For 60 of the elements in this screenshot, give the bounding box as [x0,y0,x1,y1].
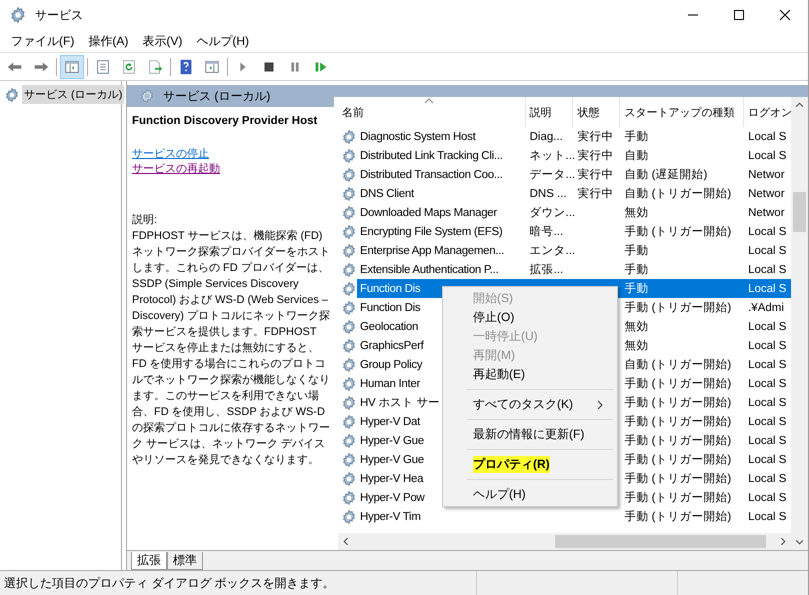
description-label: 説明: [132,213,158,228]
table-cell: Local S [748,130,786,142]
table-cell: 手動 (トリガー開始) [624,300,732,315]
table-cell: Local S [748,264,786,276]
table-cell-text: 拡張... [530,262,564,277]
table-cell: 手動 (トリガー開始) [624,433,732,448]
table-cell: Local S [748,244,786,256]
table-cell-text: 無効 [624,338,648,353]
table-cell-text: ダウン... [530,206,576,220]
table-cell: 手動 [624,281,648,296]
table-cell: Local S [748,282,786,294]
table-cell: Local S [748,320,786,332]
table-cell: Local S [748,472,786,484]
table-cell-text: 自動 (トリガー開始) [624,358,732,372]
table-cell: 手動 (トリガー開始) [624,509,732,524]
table-cell-text: ネット... [530,149,576,163]
table-cell: Local S [748,510,786,522]
table-cell: Local S [748,454,786,466]
table-cell: 実行中 [578,167,614,182]
table-cell: 手動 [624,243,648,258]
table-cell: 実行中 [577,186,614,201]
table-cell: Local S [748,492,786,504]
table-cell-text: 自動 [624,148,648,163]
table-cell: 手動 [624,262,648,277]
table-cell-text: 無効 [624,206,648,220]
table-cell: Networ [748,168,785,180]
table-cell-text: 自動 (トリガー開始) [624,186,732,201]
panel-title: サービス (ローカル) [163,88,270,104]
table-cell-text: データ... [530,168,576,182]
table-cell: 手動 (トリガー開始) [624,395,732,410]
table-cell: 手動 [624,129,648,144]
table-cell-text: 自動 (遅延開始) [624,168,708,182]
status-text: 選択した項目のプロパティ ダイアログ ボックスを開きます。 [3,574,336,592]
table-cell: 実行中 [577,129,614,144]
table-cell: 手動 (トリガー開始) [624,414,732,429]
table-cell: Local S [748,396,786,408]
table-cell: 手動 (トリガー開始) [624,452,732,467]
service-name: Function Discovery Provider Host [132,115,318,127]
table-cell: 手動 (トリガー開始) [624,490,732,505]
table-cell-text: エンタ... [530,244,576,258]
table-cell: Local S [748,434,786,446]
description-text: FDPHOST サービスは、機能探索 (FD) ネットワーク探索プロバイダーをホストします。これらの FD プロバイダーは、SSDP (Simple Services Discovery Protocol) および WS-D (Web Services – Discovery) プロトコルにネットワーク探索サービスを提供します。FDPHOST サービスを停止または無効にすると、FD を使用する場合にこれらのプロトコルでネットワーク探索が機能しなくなります。このサービスを利用できない場合、FD を使用し、SSDP および WS-D の探索プロトコルに依存するネットワーク サービスは、ネットワーク デバイスやリソースを発見できなくなります。 [132,228,330,468]
table-cell: Local S [748,150,786,162]
table-cell: 手動 (トリガー開始) [624,471,732,486]
table-cell: 手動 (トリガー開始) [624,376,732,391]
table-cell: Local S [748,378,786,390]
window-title: サービス [35,6,83,24]
table-cell: Networ [748,188,785,200]
table-cell: Local S [748,226,786,238]
table-cell: Local S [748,416,786,428]
table-cell: Local S [748,358,786,370]
table-cell-text: 無効 [624,320,648,334]
table-cell: 手動 (トリガー開始) [624,224,732,239]
table-cell: .¥Admi [748,302,784,314]
table-cell: Local S [748,340,786,352]
table-cell: Networ [748,206,785,218]
table-cell: Diag... [530,130,563,142]
table-cell: 暗号... [530,224,564,239]
table-cell: DNS ... [530,188,567,200]
table-cell: 実行中 [578,148,614,163]
